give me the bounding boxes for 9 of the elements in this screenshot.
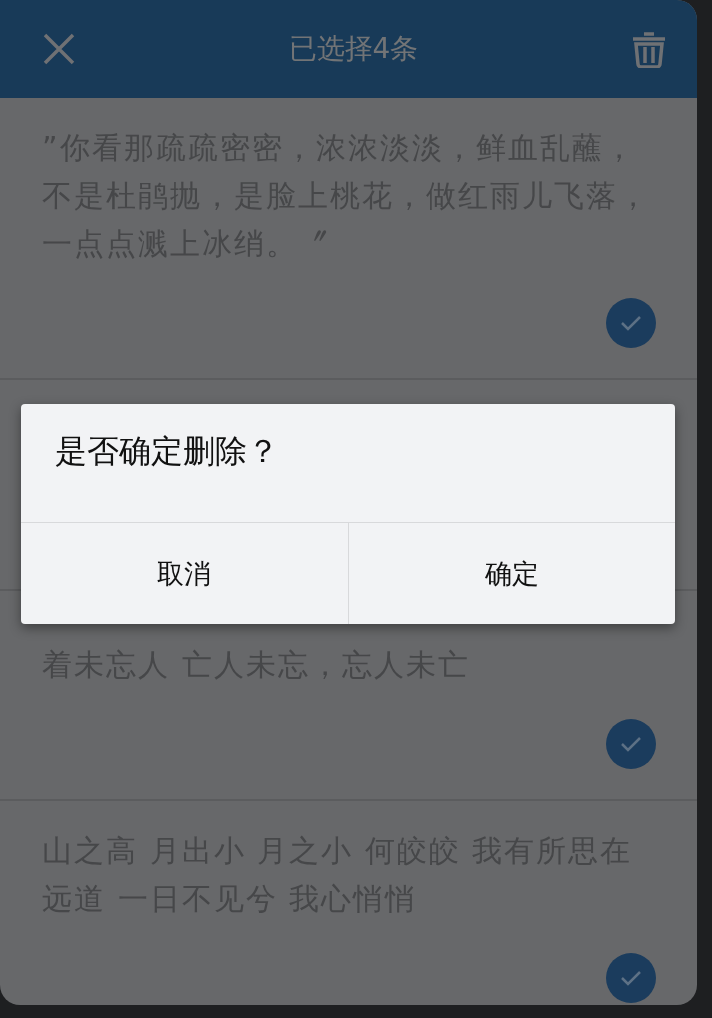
trash-icon[interactable] (631, 30, 667, 68)
cancel-button[interactable]: 取消 (21, 523, 348, 624)
confirm-button[interactable]: 确定 (347, 523, 675, 624)
toolbar-title: 已选择4条 (288, 31, 419, 67)
checkmark-icon[interactable] (606, 719, 656, 769)
checkmark-icon[interactable] (606, 953, 656, 1003)
checkmark-icon[interactable] (606, 298, 656, 348)
dialog-message: 是否确定删除？ (54, 431, 280, 472)
close-icon[interactable] (42, 32, 76, 66)
